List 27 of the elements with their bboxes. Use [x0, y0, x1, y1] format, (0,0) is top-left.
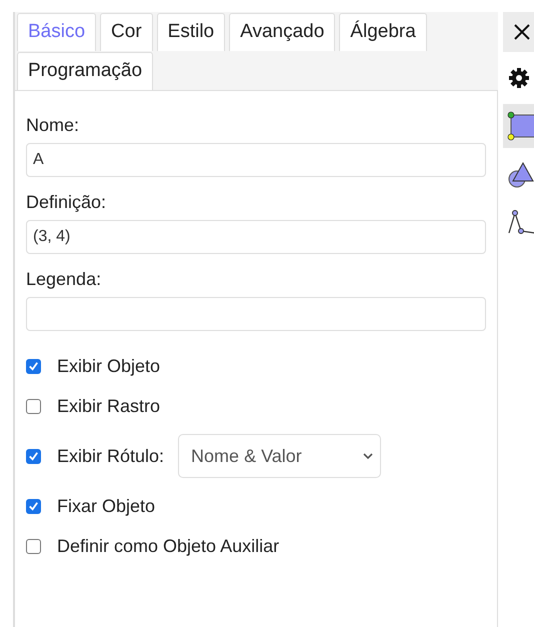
checkbox[interactable]: [26, 448, 41, 464]
field-label: Nome:: [26, 115, 80, 136]
input-field[interactable]: A: [26, 143, 486, 177]
input-field[interactable]: [26, 297, 486, 331]
input-field[interactable]: (3, 4): [26, 220, 486, 254]
caret-icon: [362, 452, 374, 460]
checkbox-label: Exibir Objeto: [57, 356, 160, 376]
tab[interactable]: Álgebra: [339, 13, 427, 51]
close-icon: [513, 23, 531, 41]
field-label: Definição:: [26, 192, 108, 213]
checkbox-label: Definir como Objeto Auxiliar: [57, 536, 280, 556]
close-button[interactable]: [503, 12, 534, 52]
checkbox[interactable]: [26, 498, 41, 514]
checkbox-label: Exibir Rótulo:: [57, 446, 164, 466]
checkbox[interactable]: [26, 398, 41, 414]
checkbox[interactable]: [26, 538, 41, 554]
dropdown[interactable]: Nome & Valor: [178, 434, 382, 478]
tab[interactable]: Programação: [17, 52, 154, 90]
checkbox-label: Exibir Rastro: [57, 396, 160, 416]
checkbox[interactable]: [26, 358, 41, 374]
rectangle-tool-icon[interactable]: [503, 104, 534, 148]
tab[interactable]: Básico: [17, 13, 96, 51]
field-label: Legenda:: [26, 269, 102, 290]
tab[interactable]: Estilo: [156, 13, 226, 51]
tab[interactable]: Cor: [100, 13, 153, 51]
checkbox-label: Fixar Objeto: [57, 496, 156, 516]
tab[interactable]: Avançado: [229, 13, 336, 51]
